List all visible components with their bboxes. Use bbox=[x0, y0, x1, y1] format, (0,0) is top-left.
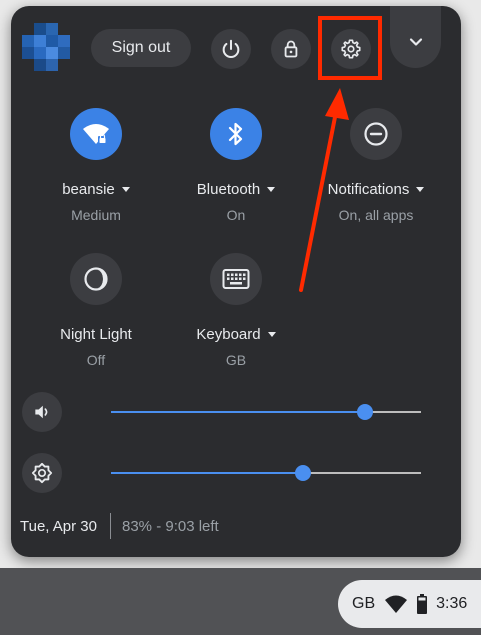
annotation-arrow bbox=[299, 88, 349, 292]
